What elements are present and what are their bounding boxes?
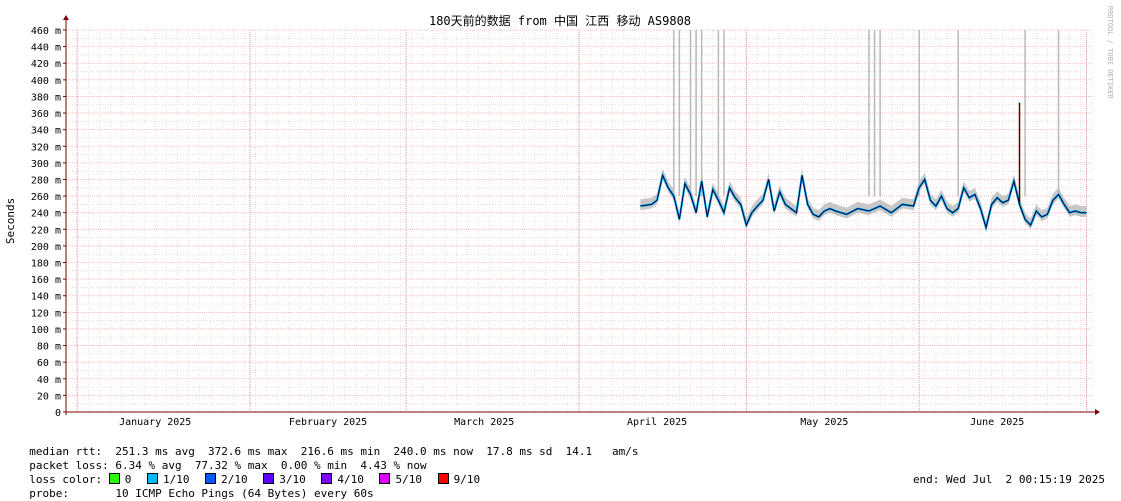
loss-color-item: 5/10 [373,473,422,486]
x-tick-label: June 2025 [970,417,1024,428]
y-tick-label: 180 m [31,259,61,270]
y-tick-label: 300 m [31,159,61,170]
loss-color-swatch [437,473,449,484]
y-tick-label: 460 m [31,26,61,37]
y-tick-label: 380 m [31,92,61,103]
y-tick-label: 340 m [31,126,61,137]
x-tick-label: March 2025 [454,417,514,428]
x-tick-label: January 2025 [119,417,191,428]
y-tick-label: 80 m [37,342,61,353]
y-tick-label: 20 m [37,391,61,402]
x-axis-arrow [1095,409,1100,415]
y-tick-label: 280 m [31,175,61,186]
y-tick-label: 240 m [31,209,61,220]
y-tick-label: 160 m [31,275,61,286]
y-tick-label: 400 m [31,76,61,87]
y-axis-arrow [63,15,69,20]
y-tick-label: 100 m [31,325,61,336]
rrdtool-watermark: RRDTOOL / TOBI OETIKER [1106,6,1114,100]
median-line-group [640,102,1087,232]
loss-color-swatch [379,473,391,484]
grid-lines [65,29,1093,412]
y-tick-label: 0 [55,408,61,419]
y-tick-label: 140 m [31,292,61,303]
x-tick-label: May 2025 [800,417,848,428]
y-tick-label: 200 m [31,242,61,253]
x-tick-labels: January 2025 February 2025 March 2025 April… [119,417,1024,428]
chart-title: 180天前的数据 from 中国 江西 移动 AS9808 [429,13,691,28]
x-tick-label: February 2025 [289,417,367,428]
y-tick-label: 420 m [31,59,61,70]
y-tick-label: 120 m [31,308,61,319]
y-tick-label: 60 m [37,358,61,369]
y-tick-label: 260 m [31,192,61,203]
loss-color-label-text: 9/10 [453,473,481,486]
loss-color-item: 9/10 [431,473,480,486]
y-tick-label: 40 m [37,375,61,386]
y-tick-label: 440 m [31,43,61,54]
x-tick-label: April 2025 [627,417,687,428]
legend-probe: probe: 10 ICMP Echo Pings (64 Bytes) eve… [16,473,373,501]
y-tick-label: 320 m [31,142,61,153]
rtt-chart: 0 20 m 40 m 60 m 80 m 100 m 120 m 140 m 160 m 180… [4,6,1114,428]
y-axis-label: Seconds [4,198,17,244]
y-tick-label: 220 m [31,225,61,236]
axes [63,15,1100,415]
loss-color-label-text: 5/10 [395,473,422,486]
y-tick-labels: 0 20 m 40 m 60 m 80 m 100 m 120 m 140 m 160 m 180… [31,26,66,419]
y-tick-label: 360 m [31,109,61,120]
end-time: end: Wed Jul 2 00:15:19 2025 [912,473,1105,486]
